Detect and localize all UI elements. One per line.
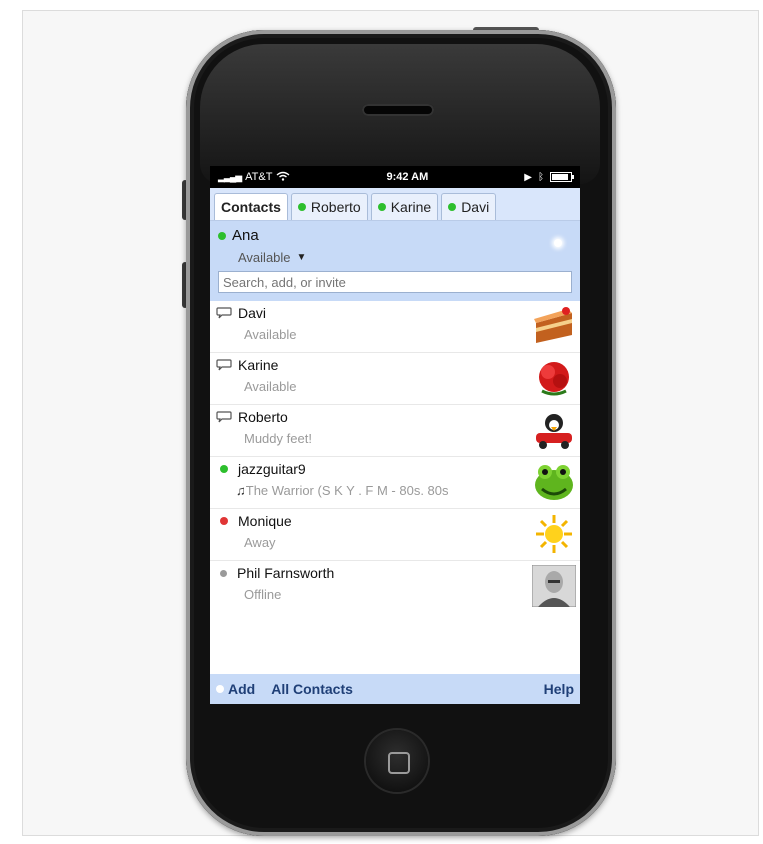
tab-davi[interactable]: Davi: [441, 193, 497, 220]
online-status-icon: [377, 203, 386, 211]
away-status-icon: [220, 517, 228, 525]
online-status-icon: [297, 203, 306, 211]
red-rose-icon: [539, 362, 569, 396]
contact-list: Davi Available Karine Available Roberto …: [210, 301, 580, 612]
list-item[interactable]: Monique Away: [210, 509, 580, 561]
carrier-label: AT&T: [245, 171, 273, 183]
list-item[interactable]: Phil Farnsworth Offline: [210, 561, 580, 612]
home-button-icon: [388, 752, 410, 774]
contact-photo: [532, 565, 576, 607]
tab-label: Roberto: [310, 199, 361, 215]
status-text: Available: [238, 250, 291, 265]
online-status-icon: [448, 203, 457, 211]
sun-icon: [536, 515, 572, 553]
tab-karine[interactable]: Karine: [370, 193, 439, 220]
chat-tabs: Contacts Roberto Karine Davi: [210, 188, 580, 221]
now-playing-text: The Warrior (S K Y . F M - 80s. 80s: [245, 483, 449, 498]
status-bar: ▂▃▄▅ AT&T 9:42 AM ▶ ᛒ: [210, 166, 580, 188]
chat-bubble-icon: [216, 359, 232, 371]
contact-status: Available: [244, 379, 297, 394]
tab-label: Contacts: [221, 199, 281, 215]
penguin-car-icon: [536, 414, 572, 449]
sparkle-icon: [554, 239, 562, 247]
online-status-icon: [218, 231, 226, 240]
cake-icon: [534, 307, 572, 343]
contact-name: Karine: [238, 357, 279, 373]
offline-status-icon: [220, 569, 227, 577]
add-button[interactable]: Add: [228, 681, 255, 697]
search-input[interactable]: [218, 271, 572, 293]
my-status-panel: Ana Available ▼: [210, 221, 580, 301]
list-item[interactable]: Roberto Muddy feet!: [210, 405, 580, 457]
add-icon: [216, 685, 224, 693]
help-link[interactable]: Help: [544, 681, 574, 697]
contact-name: Roberto: [238, 409, 288, 425]
music-note-icon: ♫: [236, 483, 246, 498]
tab-label: Karine: [390, 199, 432, 215]
bottom-toolbar: Add All Contacts Help: [210, 674, 580, 704]
contact-name: Phil Farnsworth: [237, 565, 335, 581]
play-icon: ▶: [524, 171, 532, 183]
chat-bubble-icon: [216, 411, 232, 423]
list-item[interactable]: jazzguitar9 ♫The Warrior (S K Y . F M - …: [210, 457, 580, 509]
chat-bubble-icon: [216, 307, 232, 319]
list-item[interactable]: Karine Available: [210, 353, 580, 405]
bluetooth-icon: ᛒ: [537, 171, 544, 183]
clock-label: 9:42 AM: [386, 171, 429, 183]
contact-status: Offline: [244, 587, 282, 602]
status-dropdown[interactable]: Available ▼: [238, 250, 572, 265]
contact-name: Davi: [238, 305, 267, 321]
contact-name: jazzguitar9: [238, 461, 306, 477]
chevron-down-icon: ▼: [296, 252, 307, 263]
contact-name: Monique: [238, 513, 292, 529]
battery-icon: [549, 172, 574, 182]
tab-contacts[interactable]: Contacts: [214, 193, 288, 220]
list-item[interactable]: Davi Available: [210, 301, 580, 353]
tab-roberto[interactable]: Roberto: [290, 193, 368, 220]
signal-bars-icon: ▂▃▄▅: [218, 171, 242, 182]
online-status-icon: [220, 465, 228, 473]
contact-status: ♫The Warrior (S K Y . F M - 80s. 80s: [236, 483, 449, 498]
frog-icon: [535, 465, 573, 500]
tab-label: Davi: [461, 199, 490, 215]
phone-screen: ▂▃▄▅ AT&T 9:42 AM ▶ ᛒ Contacts Roberto K…: [210, 166, 580, 704]
contact-status: Available: [244, 327, 297, 342]
contact-status: Away: [244, 535, 276, 550]
contact-status: Muddy feet!: [244, 431, 312, 446]
all-contacts-button[interactable]: All Contacts: [271, 681, 353, 697]
earpiece-speaker: [362, 104, 434, 116]
wifi-icon: [276, 171, 290, 184]
my-name: Ana: [232, 227, 259, 244]
